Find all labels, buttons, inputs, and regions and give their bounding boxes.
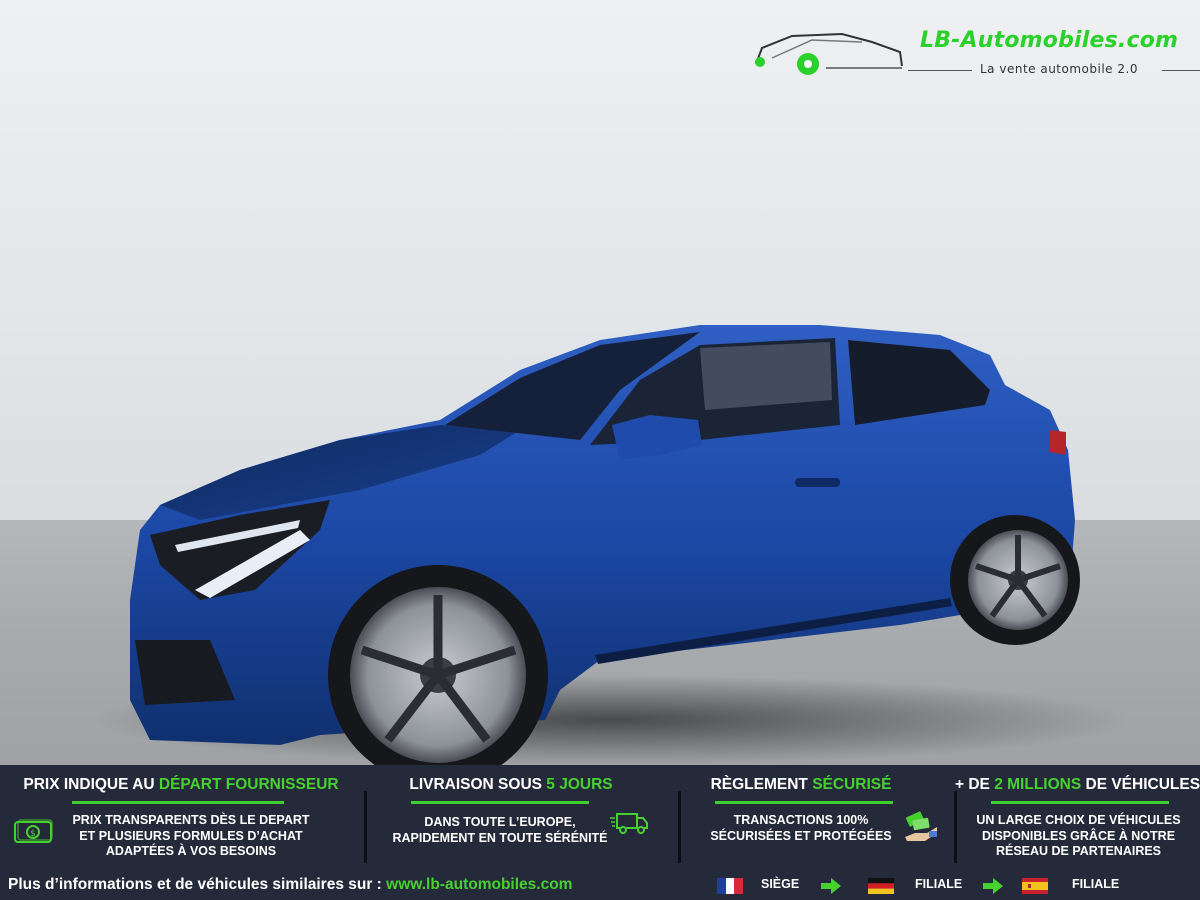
feature-title-highlight: 5 JOURS — [546, 776, 613, 793]
payment-hand-icon — [905, 811, 937, 841]
money-icon: $ — [14, 819, 53, 843]
vehicle-photo: LB-Automobiles.com La vente automobile 2… — [0, 0, 1200, 765]
feature-line: RÉSEAU DE PARTENAIRES — [995, 844, 1162, 858]
feature-title: LIVRAISON SOUS 5 JOURS — [345, 776, 677, 794]
more-info-text: Plus d’informations et de véhicules simi… — [8, 876, 572, 894]
footer-bar: Plus d’informations et de véhicules simi… — [0, 873, 1200, 900]
feature-line: PRIX TRANSPARENTS DÈS LE DEPART — [72, 813, 310, 827]
spain-flag-icon — [1022, 878, 1048, 894]
feature-title-highlight: SÉCURISÉ — [812, 776, 892, 793]
feature-title: PRIX INDIQUE AU DÉPART FOURNISSEUR — [0, 776, 362, 794]
feature-underline — [715, 801, 893, 804]
feature-line: DISPONIBLES GRÂCE À NOTRE — [981, 828, 1176, 843]
more-info-label: Plus d’informations et de véhicules simi… — [8, 876, 387, 893]
feature-line: SÉCURISÉES ET PROTÉGÉES — [710, 828, 892, 843]
feature-line: TRANSACTIONS 100% — [733, 813, 869, 827]
feature-description: TRANSACTIONS 100% SÉCURISÉES ET PROTÉGÉE… — [703, 813, 899, 844]
feature-delivery: LIVRAISON SOUS 5 JOURS DANS TOUTE L’EURO… — [367, 765, 677, 870]
svg-text:$: $ — [30, 829, 36, 839]
delivery-truck-icon — [610, 813, 648, 834]
feature-title-text: DE VÉHICULES — [1081, 776, 1200, 793]
feature-description: DANS TOUTE L’EUROPE, RAPIDEMENT EN TOUTE… — [387, 815, 613, 846]
info-banner: PRIX INDIQUE AU DÉPART FOURNISSEUR $ PRI… — [0, 765, 1200, 900]
logo-divider — [1162, 70, 1200, 71]
feature-underline — [411, 801, 589, 804]
feature-description: PRIX TRANSPARENTS DÈS LE DEPART ET PLUSI… — [58, 813, 324, 860]
company-logo[interactable]: LB-Automobiles.com La vente automobile 2… — [752, 22, 1200, 86]
feature-title-highlight: 2 MILLIONS — [994, 776, 1082, 793]
location-label: FILIALE — [915, 877, 963, 891]
feature-title-text: PRIX INDIQUE AU — [23, 776, 159, 793]
feature-title-text: RÈGLEMENT — [710, 776, 813, 793]
feature-title: + DE 2 MILLIONS DE VÉHICULES — [955, 776, 1200, 794]
feature-title-highlight: DÉPART FOURNISSEUR — [158, 776, 339, 793]
germany-flag-icon — [868, 878, 894, 894]
feature-title-text: + DE — [955, 776, 995, 793]
car-image — [90, 325, 1130, 765]
feature-line: DANS TOUTE L’EUROPE, — [424, 815, 576, 829]
france-flag-icon — [717, 878, 743, 894]
feature-price: PRIX INDIQUE AU DÉPART FOURNISSEUR $ PRI… — [0, 765, 362, 870]
feature-line: ET PLUSIEURS FORMULES D’ACHAT — [79, 828, 303, 843]
feature-underline — [991, 801, 1169, 804]
feature-line: RAPIDEMENT EN TOUTE SÉRÉNITÉ — [392, 830, 608, 845]
arrow-right-icon — [983, 878, 1003, 894]
feature-line: UN LARGE CHOIX DE VÉHICULES — [976, 813, 1181, 827]
feature-line: ADAPTÉES À VOS BESOINS — [105, 844, 277, 858]
feature-title: RÈGLEMENT SÉCURISÉ — [649, 776, 953, 794]
car-logo-icon — [755, 32, 903, 75]
logo-name: LB-Automobiles.com — [920, 28, 1179, 53]
feature-payment: RÈGLEMENT SÉCURISÉ TRANSACTIONS 100% SÉC… — [681, 765, 953, 870]
logo-tagline: La vente automobile 2.0 — [980, 62, 1138, 76]
feature-description: UN LARGE CHOIX DE VÉHICULES DISPONIBLES … — [957, 813, 1200, 860]
location-label: SIÈGE — [761, 877, 800, 891]
arrow-right-icon — [821, 878, 841, 894]
feature-underline — [72, 801, 284, 804]
feature-title-text: LIVRAISON SOUS — [409, 776, 547, 793]
logo-divider — [908, 70, 972, 71]
location-label: FILIALE — [1072, 877, 1120, 891]
feature-vehicles: + DE 2 MILLIONS DE VÉHICULES UN LARGE CH… — [955, 765, 1200, 870]
website-link[interactable]: www.lb-automobiles.com — [386, 876, 572, 893]
